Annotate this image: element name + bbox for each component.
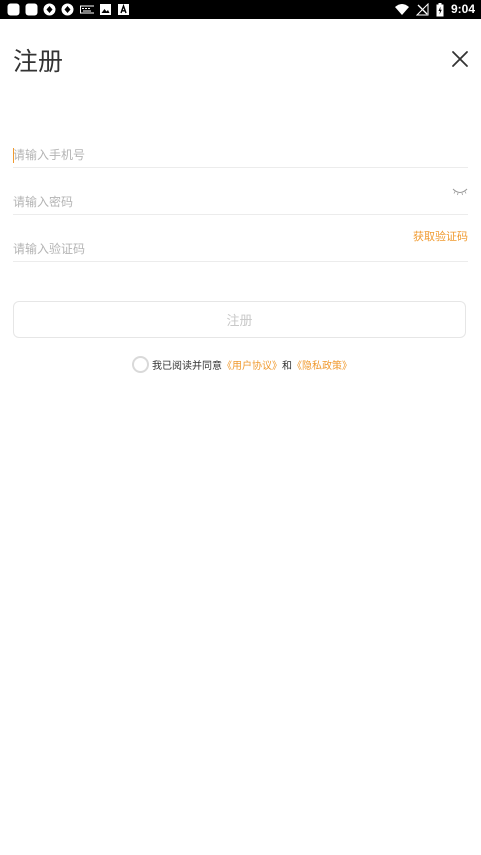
sync-icon — [43, 3, 56, 16]
get-code-button[interactable]: 获取验证码 — [413, 228, 468, 244]
font-icon — [118, 3, 129, 15]
page-title: 注册 — [13, 47, 64, 76]
app-icon — [7, 3, 20, 16]
eye-closed-icon[interactable] — [452, 188, 468, 196]
text-cursor — [13, 148, 14, 163]
wifi-icon — [394, 4, 409, 15]
sync-icon — [61, 3, 74, 16]
password-input[interactable] — [13, 193, 413, 211]
phone-input[interactable] — [13, 146, 413, 164]
user-agreement-link[interactable]: 《用户协议》 — [222, 357, 282, 372]
app-icon — [25, 3, 38, 16]
status-bar-left — [7, 3, 130, 16]
agreement-and: 和 — [282, 360, 292, 372]
status-bar: 9:04 — [0, 0, 481, 19]
no-signal-icon — [415, 3, 429, 16]
code-input[interactable] — [13, 240, 413, 258]
agreement-prefix: 我已阅读并同意 — [152, 360, 222, 372]
privacy-policy-link[interactable]: 《隐私政策》 — [292, 357, 352, 372]
password-field — [13, 188, 468, 215]
close-icon[interactable] — [449, 48, 471, 70]
code-field: 获取验证码 — [13, 230, 468, 262]
agreement-checkbox[interactable] — [132, 355, 149, 373]
register-button[interactable]: 注册 — [13, 301, 466, 338]
image-icon — [100, 4, 111, 15]
battery-charging-icon — [436, 2, 444, 16]
agreement-row: 我已阅读并同意 《用户协议》 和 《隐私政策》 — [132, 354, 352, 374]
keyboard-icon — [80, 5, 94, 14]
status-time: 9:04 — [450, 2, 475, 16]
phone-field — [13, 143, 468, 168]
status-bar-right: 9:04 — [394, 2, 475, 17]
